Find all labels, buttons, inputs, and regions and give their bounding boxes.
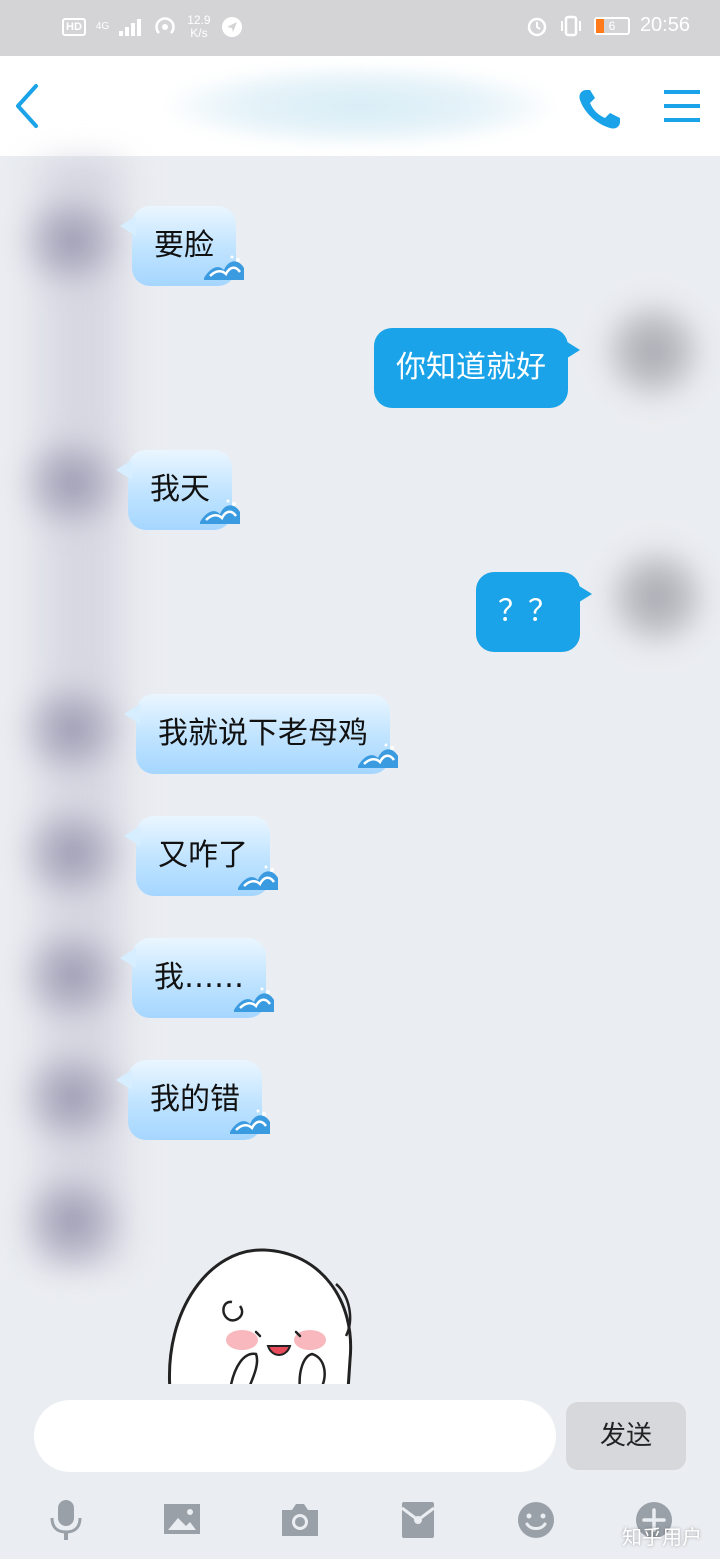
message-text: ？？	[498, 594, 558, 629]
phone-icon	[579, 90, 620, 129]
message-text: 我……	[154, 960, 244, 995]
voice-button[interactable]	[44, 1498, 88, 1542]
chat-header	[0, 56, 720, 156]
clock: 20:56	[639, 14, 690, 36]
red-packet-icon	[401, 1502, 435, 1538]
emoji-button[interactable]	[514, 1498, 558, 1542]
status-bar: HD 4G 12.9 K/s 6 20:56	[0, 0, 720, 56]
message-bubble[interactable]: 又咋了	[124, 816, 278, 896]
avatar[interactable]	[18, 1166, 128, 1276]
camera-button[interactable]	[278, 1498, 322, 1542]
microphone-icon	[50, 1500, 82, 1540]
chevron-left-icon	[16, 84, 38, 128]
hotspot-icon	[155, 17, 175, 34]
message-bubble[interactable]: 我就说下老母鸡	[124, 694, 398, 774]
composer-toolbar	[0, 1480, 720, 1559]
hd-indicator: HD	[62, 18, 86, 36]
message-bubble[interactable]: 你知道就好	[374, 328, 580, 408]
wave-decoration-icon	[230, 1109, 270, 1134]
avatar[interactable]	[602, 542, 712, 652]
wave-decoration-icon	[238, 865, 278, 890]
message-list[interactable]: 要脸 你知道就好 我天 ？？ 我就说下老母鸡 又咋了 我…… 我的错	[0, 156, 720, 1396]
message-bubble[interactable]: 要脸	[120, 206, 244, 286]
message-text: 我的错	[150, 1082, 240, 1117]
call-button[interactable]	[574, 86, 626, 134]
emoji-icon	[518, 1502, 554, 1538]
message-bubble[interactable]: 我天	[116, 450, 240, 530]
photo-button[interactable]	[160, 1498, 204, 1542]
message-text: 又咋了	[158, 838, 248, 873]
message-bubble[interactable]: ？？	[476, 572, 592, 652]
vibrate-icon	[560, 15, 581, 36]
wave-decoration-icon	[358, 743, 398, 768]
send-button[interactable]: 发送	[566, 1402, 686, 1470]
wave-decoration-icon	[234, 987, 274, 1012]
network-speed: 12.9 K/s	[187, 13, 211, 40]
avatar[interactable]	[18, 674, 128, 784]
composer: 发送	[0, 1396, 720, 1480]
avatar[interactable]	[598, 296, 708, 406]
wave-decoration-icon	[204, 255, 244, 280]
wave-decoration-icon	[200, 499, 240, 524]
message-bubble[interactable]: 我……	[120, 938, 274, 1018]
battery-icon: 6	[593, 16, 630, 35]
menu-button[interactable]	[660, 86, 704, 130]
signal-icon	[119, 19, 142, 36]
alarm-icon	[527, 17, 547, 36]
contact-name-redacted	[170, 66, 550, 146]
blushing-bun-sticker-icon	[167, 1248, 353, 1384]
message-input[interactable]	[34, 1400, 556, 1472]
avatar[interactable]	[18, 1042, 128, 1152]
image-icon	[164, 1504, 200, 1534]
avatar[interactable]	[18, 798, 128, 908]
message-text: 我就说下老母鸡	[158, 716, 368, 751]
network-indicator: 4G	[95, 21, 110, 32]
sticker-image[interactable]	[160, 1240, 360, 1384]
avatar[interactable]	[18, 186, 128, 296]
message-text: 你知道就好	[396, 350, 546, 385]
back-button[interactable]	[8, 80, 52, 132]
watermark: 知乎用户	[622, 1525, 702, 1549]
camera-icon	[282, 1504, 318, 1536]
hamburger-menu-icon	[664, 90, 700, 122]
avatar[interactable]	[18, 428, 128, 538]
location-icon	[221, 17, 242, 37]
avatar[interactable]	[18, 920, 128, 1030]
red-packet-button[interactable]	[396, 1498, 440, 1542]
message-bubble[interactable]: 我的错	[116, 1060, 270, 1140]
